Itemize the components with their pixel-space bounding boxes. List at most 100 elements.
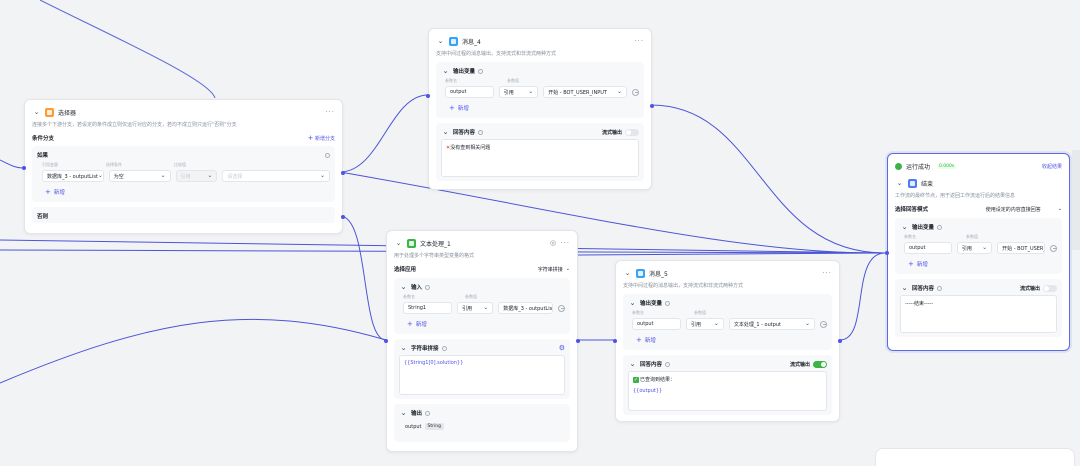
var-name-input[interactable]: output [904, 242, 952, 254]
var-value-select[interactable]: 文本处理_1 - output [728, 318, 815, 330]
stream-toggle[interactable] [1043, 284, 1057, 292]
var-name-input[interactable]: output [632, 318, 681, 330]
reply-section: ⌄ 回答内容 流式输出 ✓ 已查询到结果： {{output}} [623, 355, 832, 415]
reply-textarea[interactable]: -----结束----- [900, 295, 1057, 333]
more-icon[interactable]: ··· [634, 37, 644, 45]
var-value-select[interactable]: 数据库_3 - outputList [498, 302, 554, 314]
text-in-port[interactable] [384, 339, 388, 343]
col-op: 选择条件 [106, 162, 122, 167]
condition-type-select[interactable]: 引用 [175, 170, 218, 182]
message-4-node[interactable]: ⌄ 消息_4 ··· 支持中间过程的消息输出，支持流式和非流式两种方式 ⌄ 输出变… [426, 28, 654, 190]
col-name: 参数名 [445, 78, 457, 83]
chevron-down-icon[interactable]: ⌄ [900, 223, 909, 231]
text-process-node[interactable]: ⌄ 文本处理_1 ◎ ··· 用于处理多个字符串类型变量的格式 选择应用 字符串… [384, 230, 580, 452]
msg4-in-port[interactable] [426, 94, 430, 98]
reply-textarea[interactable]: ✓ 已查询到结果： {{output}} [628, 371, 827, 411]
text-out-port[interactable] [576, 339, 580, 343]
wire-msg4-to-end [650, 104, 886, 254]
collapse-chevron-icon[interactable]: ⌄ [436, 37, 445, 45]
collapse-chevron-icon[interactable]: ⌄ [32, 108, 41, 116]
section-label: 输出变量 [640, 301, 663, 307]
section-label: 输出变量 [912, 225, 935, 231]
var-type-select[interactable]: 引用 [498, 86, 539, 98]
chevron-down-icon[interactable]: ⌄ [441, 67, 450, 75]
chevron-down-icon[interactable]: ⌄ [399, 409, 408, 417]
var-value-select[interactable]: 开始 - BOT_USER_INPUT [543, 86, 627, 98]
placeholder: 请选择 [227, 173, 243, 180]
remove-var-icon[interactable] [1050, 244, 1057, 252]
var-name-input[interactable]: String1 [403, 302, 453, 314]
chevron-down-icon[interactable]: ⌄ [628, 360, 637, 368]
stream-label: 流式输出 [789, 361, 810, 368]
wire-in-selector [0, 159, 25, 169]
remove-var-icon[interactable] [820, 320, 827, 328]
end-in-port[interactable] [885, 251, 889, 255]
delete-branch-icon[interactable] [325, 152, 330, 158]
reply-textarea[interactable]: ✕没有查到相关问题 [441, 139, 639, 177]
chevron-down-icon[interactable]: ⌄ [399, 344, 408, 352]
settings-icon[interactable]: ⚙ [559, 344, 565, 352]
collapse-result-link[interactable]: 收起结果 [1042, 163, 1062, 170]
else-label: 否则 [37, 214, 49, 220]
add-var-button[interactable]: + 新增 [399, 317, 565, 330]
info-icon [478, 129, 484, 135]
plus-icon: + [45, 188, 51, 196]
remove-var-icon[interactable] [632, 88, 639, 96]
remove-var-icon[interactable] [558, 304, 566, 312]
condition-op-select[interactable]: 为空 [108, 170, 171, 182]
msg5-out-port[interactable] [838, 339, 842, 343]
chevron-down-icon[interactable]: ⌄ [441, 128, 450, 136]
if-out-port[interactable] [341, 171, 345, 175]
info-icon [441, 345, 447, 351]
var-value-select[interactable]: 开始 - BOT_USER_INPUT [997, 242, 1045, 254]
msg4-out-port[interactable] [650, 104, 654, 108]
selector-node[interactable]: ⌄ 选择器 ··· 连接多个下游分支，若设定的条件成立则仅运行对应的分支，若均不… [22, 99, 345, 234]
more-icon[interactable]: ◎ ··· [550, 239, 570, 247]
msg5-in-port[interactable] [613, 339, 617, 343]
chevron-down-icon[interactable]: ⌄ [628, 299, 637, 307]
node-title: 选择器 [58, 109, 77, 117]
more-icon[interactable]: ··· [325, 108, 335, 116]
node-title: 消息_5 [649, 270, 668, 278]
node-desc: 支持中间过程的消息输出，支持流式和非流式两种方式 [623, 283, 744, 289]
add-var-button[interactable]: + 新增 [441, 101, 639, 114]
node-title: 消息_4 [462, 38, 481, 46]
message-icon [449, 36, 458, 46]
workflow-canvas[interactable]: ⌄ 选择器 ··· 连接多个下游分支，若设定的条件成立则仅运行对应的分支，若均不… [0, 0, 1080, 466]
else-out-port[interactable] [341, 215, 345, 219]
reply-line-1: 已查询到结果： [640, 377, 676, 383]
var-type-select[interactable]: 引用 [956, 242, 993, 254]
collapse-chevron-icon[interactable]: ⌄ [895, 179, 904, 187]
end-node[interactable]: 运行成功 0.000s 收起结果 ⌄ 结束 工作流的最终节点，用于返回工作流运行… [885, 153, 1070, 351]
run-time-badge: 0.000s [937, 163, 957, 169]
add-branch-button[interactable]: + 新增分支 [308, 134, 335, 142]
stream-toggle[interactable] [625, 128, 639, 136]
chevron-down-icon[interactable]: ⌄ [399, 283, 408, 291]
var-name-input[interactable]: output [445, 86, 494, 98]
node-title: 结束 [921, 180, 934, 188]
var-type-select[interactable]: 引用 [457, 302, 494, 314]
wire-msg5-to-end [839, 252, 886, 341]
selector-in-port[interactable] [22, 166, 26, 170]
input-section: ⌄输入 参数名 参数值 String1 引用 数据库_3 - outputList… [394, 278, 570, 334]
condition-var-select[interactable]: 数据库_3 - outputList [42, 170, 104, 182]
message-5-node[interactable]: ⌄ 消息_5 ··· 支持中间过程的消息输出，支持流式和非流式两种方式 ⌄ 输出变… [613, 260, 842, 422]
stream-toggle[interactable] [813, 360, 827, 368]
col-val: 参数值 [465, 294, 477, 299]
var-type-select[interactable]: 引用 [686, 318, 724, 330]
condition-value-input[interactable]: 请选择 [222, 170, 330, 182]
add-var-button[interactable]: + 新增 [900, 257, 1057, 270]
mode-select[interactable]: 使用设定的内容直接回答 [986, 206, 1041, 213]
collapse-chevron-icon[interactable]: ⌄ [623, 269, 632, 277]
more-icon[interactable]: ··· [822, 269, 832, 277]
section-label: 回答内容 [640, 362, 663, 368]
collapse-chevron-icon[interactable]: ⌄ [394, 239, 403, 247]
app-select[interactable]: 字符串拼接 [538, 266, 563, 273]
selector-icon [45, 107, 54, 117]
add-var-button[interactable]: + 新增 [628, 333, 827, 346]
chevron-down-icon[interactable]: ⌄ [900, 284, 909, 292]
col-val: 参数值 [694, 310, 706, 315]
right-edge-panel [1072, 150, 1080, 250]
concat-textarea[interactable]: {{String1[0].solution}} [399, 355, 565, 395]
add-condition-button[interactable]: + 新增 [37, 185, 330, 198]
